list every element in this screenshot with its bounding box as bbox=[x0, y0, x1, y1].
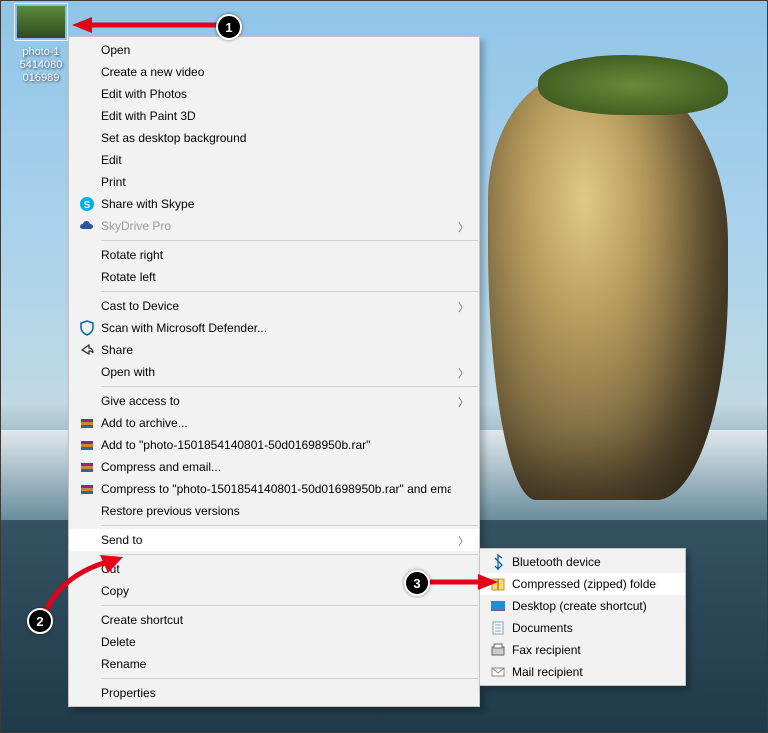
bg-grass bbox=[538, 55, 728, 115]
bg-rock bbox=[488, 70, 728, 500]
menu-separator bbox=[101, 291, 478, 292]
menu-separator bbox=[101, 525, 478, 526]
desktop-file-icon[interactable]: photo-1 5414080 016989 bbox=[10, 3, 72, 85]
shield-icon bbox=[77, 320, 97, 336]
document-icon bbox=[488, 620, 508, 636]
submenu-documents[interactable]: Documents bbox=[480, 617, 685, 639]
menu-edit-photos[interactable]: Edit with Photos bbox=[69, 83, 479, 105]
submenu-desktop-shortcut[interactable]: Desktop (create shortcut) bbox=[480, 595, 685, 617]
chevron-right-icon: 〉 bbox=[458, 365, 469, 381]
annotation-callout-2: 2 bbox=[27, 608, 53, 634]
menu-create-shortcut[interactable]: Create shortcut bbox=[69, 609, 479, 631]
svg-text:S: S bbox=[84, 200, 91, 211]
menu-rotate-right[interactable]: Rotate right bbox=[69, 244, 479, 266]
menu-delete[interactable]: Delete bbox=[69, 631, 479, 653]
annotation-arrow-1 bbox=[70, 10, 230, 40]
menu-add-archive[interactable]: Add to archive... bbox=[69, 412, 479, 434]
menu-scan-defender[interactable]: Scan with Microsoft Defender... bbox=[69, 317, 479, 339]
menu-give-access[interactable]: Give access to〉 bbox=[69, 390, 479, 412]
winrar-icon bbox=[77, 481, 97, 497]
menu-separator bbox=[101, 240, 478, 241]
menu-separator bbox=[101, 605, 478, 606]
menu-open-with[interactable]: Open with〉 bbox=[69, 361, 479, 383]
desktop-icon bbox=[488, 598, 508, 614]
annotation-arrow-3 bbox=[425, 572, 500, 592]
menu-open[interactable]: Open bbox=[69, 39, 479, 61]
file-thumbnail bbox=[17, 6, 65, 38]
menu-rotate-left[interactable]: Rotate left bbox=[69, 266, 479, 288]
menu-separator bbox=[101, 678, 478, 679]
chevron-right-icon: 〉 bbox=[458, 394, 469, 410]
chevron-right-icon: 〉 bbox=[458, 533, 469, 549]
winrar-icon bbox=[77, 437, 97, 453]
menu-edit[interactable]: Edit bbox=[69, 149, 479, 171]
menu-rename[interactable]: Rename bbox=[69, 653, 479, 675]
menu-share[interactable]: Share bbox=[69, 339, 479, 361]
menu-set-background[interactable]: Set as desktop background bbox=[69, 127, 479, 149]
menu-edit-paint3d[interactable]: Edit with Paint 3D bbox=[69, 105, 479, 127]
menu-properties[interactable]: Properties bbox=[69, 682, 479, 704]
chevron-right-icon: 〉 bbox=[458, 299, 469, 315]
menu-restore-versions[interactable]: Restore previous versions bbox=[69, 500, 479, 522]
menu-add-to-rar[interactable]: Add to "photo-1501854140801-50d01698950b… bbox=[69, 434, 479, 456]
skype-icon: S bbox=[77, 196, 97, 212]
fax-icon bbox=[488, 642, 508, 658]
menu-separator bbox=[101, 386, 478, 387]
sendto-submenu: Bluetooth device Compressed (zipped) fol… bbox=[479, 548, 686, 686]
winrar-icon bbox=[77, 415, 97, 431]
menu-create-video[interactable]: Create a new video bbox=[69, 61, 479, 83]
mail-icon bbox=[488, 664, 508, 680]
desktop-background: photo-1 5414080 016989 Open Create a new… bbox=[0, 0, 768, 733]
annotation-callout-1: 1 bbox=[216, 14, 242, 40]
bluetooth-icon bbox=[488, 554, 508, 570]
menu-compress-rar-email[interactable]: Compress to "photo-1501854140801-50d0169… bbox=[69, 478, 479, 500]
submenu-fax[interactable]: Fax recipient bbox=[480, 639, 685, 661]
share-icon bbox=[77, 342, 97, 358]
menu-send-to[interactable]: Send to〉 bbox=[69, 529, 479, 551]
menu-compress-email[interactable]: Compress and email... bbox=[69, 456, 479, 478]
menu-print[interactable]: Print bbox=[69, 171, 479, 193]
menu-skydrive-pro[interactable]: SkyDrive Pro〉 bbox=[69, 215, 479, 237]
submenu-mail[interactable]: Mail recipient bbox=[480, 661, 685, 683]
chevron-right-icon: 〉 bbox=[458, 219, 469, 235]
submenu-bluetooth[interactable]: Bluetooth device bbox=[480, 551, 685, 573]
winrar-icon bbox=[77, 459, 97, 475]
cloud-icon bbox=[77, 218, 97, 234]
file-label: photo-1 5414080 016989 bbox=[10, 46, 72, 85]
submenu-compressed-folder[interactable]: Compressed (zipped) folder bbox=[480, 573, 685, 595]
menu-separator bbox=[101, 554, 478, 555]
menu-cast-to-device[interactable]: Cast to Device〉 bbox=[69, 295, 479, 317]
menu-share-skype[interactable]: S Share with Skype bbox=[69, 193, 479, 215]
annotation-callout-3: 3 bbox=[404, 570, 430, 596]
